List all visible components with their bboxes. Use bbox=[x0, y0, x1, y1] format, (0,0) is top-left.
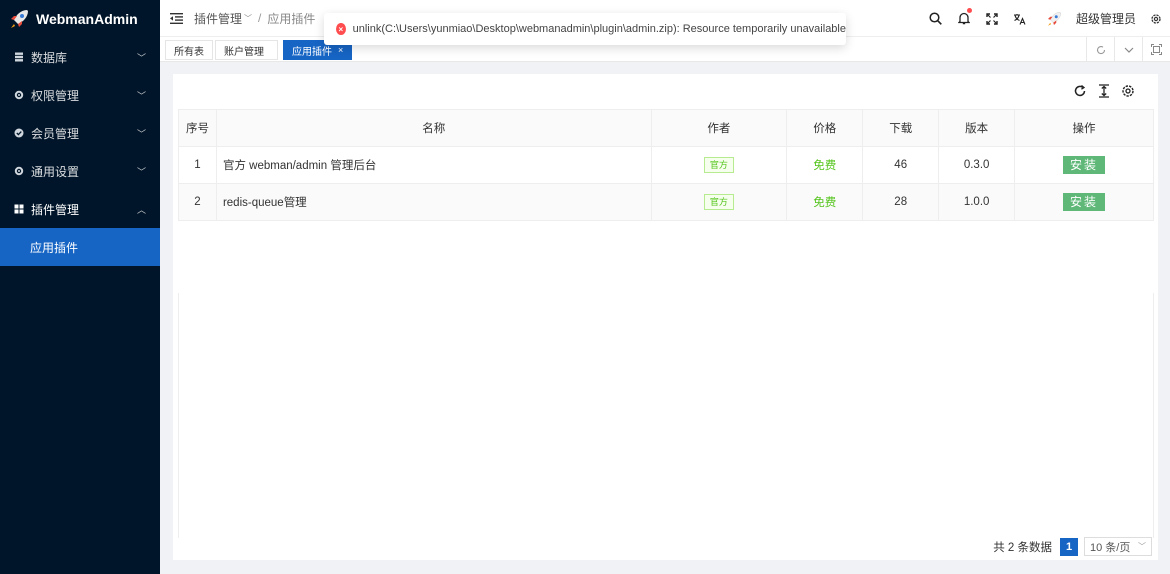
column-header[interactable]: 作者 bbox=[650, 109, 788, 147]
tab-label: 所有表 bbox=[174, 46, 204, 58]
translate-icon[interactable] bbox=[1006, 0, 1034, 37]
gear-icon bbox=[14, 90, 24, 100]
column-header[interactable]: 操作 bbox=[1014, 109, 1154, 147]
rocket-icon bbox=[6, 6, 32, 32]
column-height-icon[interactable] bbox=[1092, 82, 1116, 100]
sidebar-item-plugins[interactable]: 插件管理 ︿ bbox=[0, 190, 160, 228]
chevron-down-icon[interactable] bbox=[1114, 37, 1142, 62]
table-row: 1 官方 webman/admin 管理后台 官方 免费 46 0.3.0 安装 bbox=[178, 146, 1154, 184]
header-actions: 超级管理员 bbox=[922, 0, 1170, 37]
cell-action: 安装 bbox=[1014, 183, 1154, 221]
pagination-total: 共 2 条数据 bbox=[993, 541, 1052, 554]
avatar[interactable] bbox=[1040, 0, 1068, 37]
settings-icon[interactable] bbox=[1116, 82, 1140, 100]
author-tag: 官方 bbox=[703, 194, 734, 210]
cell-version: 0.3.0 bbox=[938, 146, 1016, 184]
chevron-down-icon: ﹀ bbox=[1138, 542, 1146, 551]
error-icon: × bbox=[336, 23, 346, 35]
sidebar-item-label: 插件管理 bbox=[31, 202, 80, 217]
sidebar-item-members[interactable]: 会员管理 ﹀ bbox=[0, 114, 160, 152]
cell-author: 官方 bbox=[650, 146, 788, 184]
check-circle-icon bbox=[14, 128, 24, 138]
table-empty-area bbox=[178, 293, 1154, 538]
tab-account-management[interactable]: 账户管理 bbox=[215, 40, 278, 60]
plugins-table: 序号 名称 作者 价格 下载 版本 操作 1 官方 webman/admin 管… bbox=[178, 109, 1154, 221]
bell-icon[interactable] bbox=[950, 0, 978, 37]
breadcrumb-current: 应用插件 bbox=[267, 11, 316, 26]
cell-action: 安装 bbox=[1014, 146, 1154, 184]
menu-fold-icon[interactable] bbox=[168, 10, 184, 26]
breadcrumb: 插件管理 ﹀ / 应用插件 bbox=[194, 10, 315, 27]
cell-downloads: 28 bbox=[862, 183, 940, 221]
cell-price: 免费 bbox=[786, 146, 864, 184]
install-button[interactable]: 安装 bbox=[1063, 156, 1106, 174]
refresh-icon[interactable] bbox=[1068, 82, 1092, 100]
tab-label: 账户管理 bbox=[224, 46, 264, 58]
fullscreen-icon[interactable] bbox=[978, 0, 1006, 37]
chevron-down-icon: ﹀ bbox=[136, 128, 146, 139]
notification-dot bbox=[966, 8, 972, 13]
cell-author: 官方 bbox=[650, 183, 788, 221]
column-header[interactable]: 序号 bbox=[178, 109, 217, 147]
sidebar-item-label: 数据库 bbox=[31, 50, 68, 65]
sidebar-subitem-app-plugins[interactable]: 应用插件 bbox=[0, 228, 160, 266]
cell-downloads: 46 bbox=[862, 146, 940, 184]
cell-price: 免费 bbox=[786, 183, 864, 221]
chevron-down-icon: ﹀ bbox=[136, 90, 146, 101]
logo[interactable]: WebmanAdmin bbox=[0, 0, 160, 38]
sidebar-item-database[interactable]: 数据库 ﹀ bbox=[0, 38, 160, 76]
breadcrumb-item[interactable]: 插件管理 bbox=[194, 10, 242, 27]
refresh-tab-icon[interactable] bbox=[1086, 37, 1114, 62]
content-card: 序号 名称 作者 价格 下载 版本 操作 1 官方 webman/admin 管… bbox=[173, 74, 1158, 560]
toast-message: unlink(C:\Users\yunmiao\Desktop\webmanad… bbox=[352, 23, 846, 35]
page-size-value: 10 条/页 bbox=[1090, 541, 1131, 554]
close-icon[interactable]: × bbox=[338, 45, 343, 55]
page-button[interactable]: 1 bbox=[1060, 537, 1078, 556]
chevron-down-icon: ﹀ bbox=[136, 52, 146, 63]
cell-index: 1 bbox=[178, 146, 217, 184]
table-header-row: 序号 名称 作者 价格 下载 版本 操作 bbox=[178, 109, 1154, 147]
column-header[interactable]: 下载 bbox=[862, 109, 940, 147]
sidebar-item-permissions[interactable]: 权限管理 ﹀ bbox=[0, 76, 160, 114]
error-toast: × unlink(C:\Users\yunmiao\Desktop\webman… bbox=[324, 13, 846, 45]
chevron-down-icon: ﹀ bbox=[136, 166, 146, 177]
search-icon[interactable] bbox=[922, 0, 950, 37]
column-header[interactable]: 价格 bbox=[786, 109, 864, 147]
sidebar-item-settings[interactable]: 通用设置 ﹀ bbox=[0, 152, 160, 190]
grid-icon bbox=[14, 204, 24, 214]
sidebar-item-label: 通用设置 bbox=[31, 164, 80, 179]
cell-name: redis-queue管理 bbox=[215, 183, 652, 221]
sidebar: WebmanAdmin 数据库 ﹀ 权限管理 ﹀ 会员管理 ﹀ 通用设置 ﹀ 插… bbox=[0, 0, 160, 574]
cell-index: 2 bbox=[178, 183, 217, 221]
database-icon bbox=[14, 52, 24, 62]
install-button[interactable]: 安装 bbox=[1063, 193, 1106, 211]
app-name: WebmanAdmin bbox=[36, 11, 138, 27]
sidebar-item-label: 会员管理 bbox=[31, 126, 80, 141]
page-size-select[interactable]: 10 条/页 ﹀ bbox=[1084, 537, 1152, 556]
maximize-icon[interactable] bbox=[1142, 37, 1170, 62]
chevron-down-icon: ﹀ bbox=[244, 13, 253, 23]
column-header[interactable]: 名称 bbox=[215, 109, 652, 147]
tab-all-tables[interactable]: 所有表 bbox=[165, 40, 213, 60]
sidebar-item-label: 权限管理 bbox=[31, 88, 80, 103]
chevron-up-icon: ︿ bbox=[136, 204, 146, 215]
table-toolbar bbox=[1068, 82, 1140, 100]
table-row: 2 redis-queue管理 官方 免费 28 1.0.0 安装 bbox=[178, 183, 1154, 221]
pagination: 共 2 条数据 1 10 条/页 ﹀ bbox=[993, 537, 1152, 556]
cell-version: 1.0.0 bbox=[938, 183, 1016, 221]
gear-icon bbox=[14, 166, 24, 176]
cell-name: 官方 webman/admin 管理后台 bbox=[215, 146, 652, 184]
breadcrumb-separator: / bbox=[258, 11, 262, 25]
user-name[interactable]: 超级管理员 bbox=[1076, 10, 1136, 27]
author-tag: 官方 bbox=[703, 157, 734, 173]
column-header[interactable]: 版本 bbox=[938, 109, 1016, 147]
settings-gear-icon[interactable] bbox=[1142, 0, 1170, 37]
